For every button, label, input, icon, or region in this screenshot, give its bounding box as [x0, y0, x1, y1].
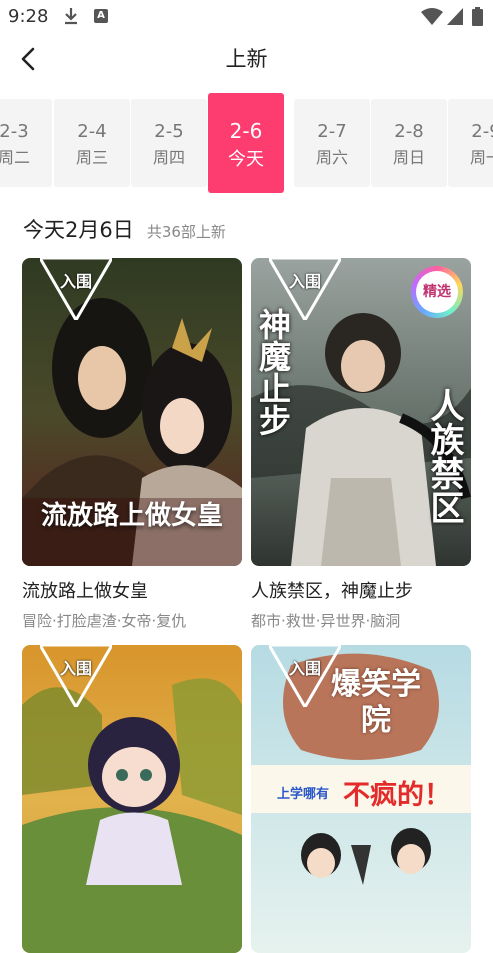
battery-icon	[472, 7, 483, 26]
cover-subtitle-text: 上学哪有	[277, 787, 330, 802]
comic-card[interactable]: 入围 流放路上做女皇 流放路上做女皇 冒险·打脸虐渣·女帝·复仇	[22, 258, 242, 631]
tab-date: 2-4	[77, 121, 107, 142]
section-date-heading: 今天2月6日	[23, 218, 134, 242]
tab-weekday: 周日	[392, 148, 425, 167]
featured-label: 精选	[416, 271, 458, 313]
cover-title-text: 流放路上做女皇	[40, 501, 223, 531]
status-time: 9:28	[8, 6, 49, 27]
finalist-badge: 入围	[38, 258, 114, 323]
badge-label: 入围	[59, 272, 92, 291]
tab-date: 2-8	[394, 121, 424, 142]
wifi-icon	[421, 8, 443, 25]
tab-weekday: 周六	[315, 148, 348, 167]
tab-weekday: 周二	[0, 148, 30, 167]
cover-title-text: 人族禁区	[424, 388, 464, 524]
comic-cover[interactable]: 入围 爆笑学院 上学哪有 不疯的！	[251, 645, 471, 953]
comic-cover[interactable]: 入围 流放路上做女皇	[22, 258, 242, 566]
date-tab-strip[interactable]: 2-3 周二 2-4 周三 2-5 周四 2-6 今天 2-7 周六 2-8 周…	[0, 92, 493, 194]
badge-label: 入围	[288, 272, 321, 291]
tab-date: 2-7	[317, 121, 347, 142]
date-tab-active[interactable]: 2-6 今天	[208, 93, 284, 193]
signal-icon	[447, 8, 463, 25]
tab-weekday: 周三	[75, 148, 108, 167]
tab-date: 2-5	[154, 121, 184, 142]
badge-label: 入围	[59, 659, 92, 678]
comic-cover[interactable]: 入围	[22, 645, 242, 953]
cover-title-text: 爆笑学院	[331, 667, 421, 738]
tab-date: 2-9	[471, 121, 493, 142]
tab-weekday: 周四	[152, 148, 185, 167]
section-header: 今天2月6日 共36部上新	[23, 214, 226, 244]
comic-card[interactable]: 入围 爆笑学院 上学哪有 不疯的！	[251, 645, 471, 953]
date-tab[interactable]: 2-8 周日	[371, 99, 447, 187]
finalist-badge: 入围	[38, 645, 114, 710]
accessibility-icon: A	[94, 9, 108, 23]
comic-cover[interactable]: 入围 精选 神魔止步 人族禁区	[251, 258, 471, 566]
new-release-count: 共36部上新	[146, 223, 226, 241]
tab-weekday: 今天	[228, 149, 264, 170]
tab-weekday: 周一	[469, 148, 493, 167]
featured-badge: 精选	[411, 266, 463, 318]
tab-date: 2-3	[0, 121, 29, 142]
comic-tags: 都市·救世·异世界·脑洞	[251, 612, 401, 630]
top-app-bar: 上新	[0, 36, 493, 80]
date-tab[interactable]: 2-3 周二	[0, 99, 52, 187]
comic-title[interactable]: 人族禁区，神魔止步	[251, 577, 471, 603]
comic-tags: 冒险·打脸虐渣·女帝·复仇	[22, 612, 187, 630]
date-tab[interactable]: 2-5 周四	[131, 99, 207, 187]
cover-title-text: 神魔止步	[254, 308, 292, 436]
date-tab[interactable]: 2-4 周三	[54, 99, 130, 187]
date-tab[interactable]: 2-9 周一	[448, 99, 493, 187]
cover-subtitle-text: 不疯的！	[343, 780, 451, 811]
comic-card[interactable]: 入围 精选 神魔止步 人族禁区 人族禁区，神魔止步 都市·救世·异世界·脑洞	[251, 258, 471, 631]
status-bar: 9:28 A	[0, 0, 493, 34]
tab-date: 2-6	[229, 119, 263, 143]
date-tab[interactable]: 2-7 周六	[294, 99, 370, 187]
comic-title[interactable]: 流放路上做女皇	[22, 577, 242, 603]
download-icon	[65, 8, 77, 25]
comic-card[interactable]: 入围	[22, 645, 242, 953]
page-title: 上新	[225, 47, 268, 71]
